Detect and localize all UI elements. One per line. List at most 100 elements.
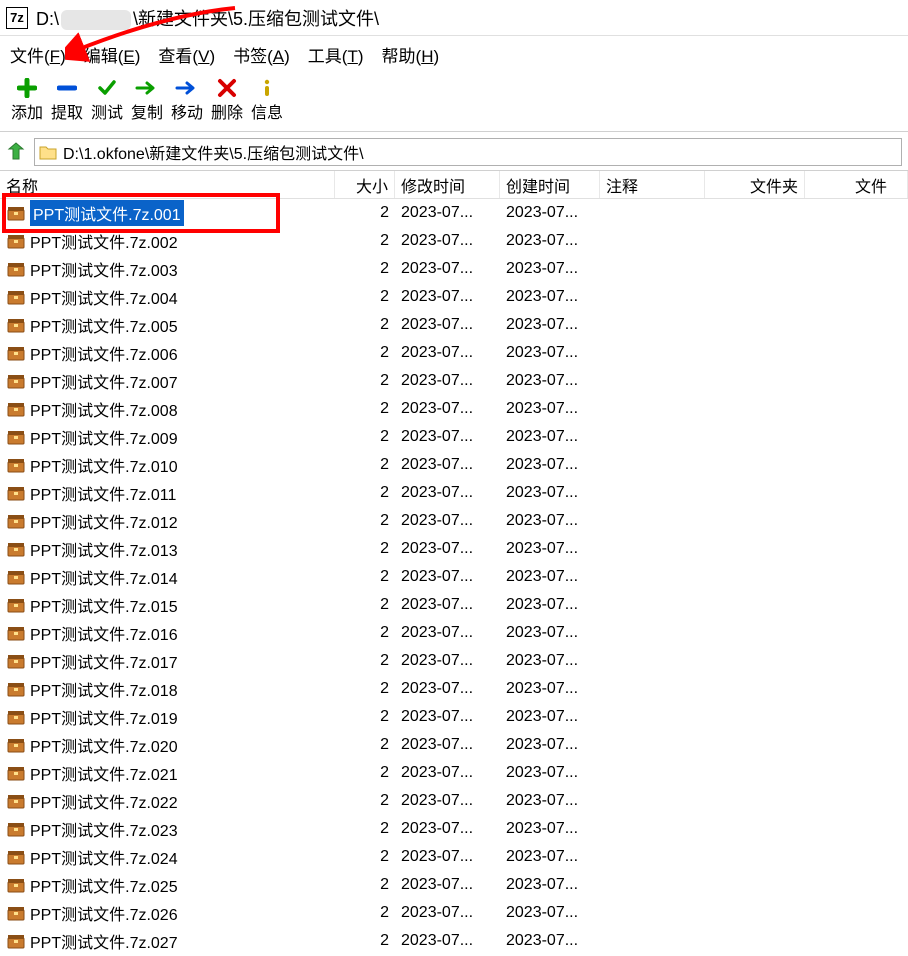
menu-file[interactable]: 文件(F) (10, 42, 66, 67)
menu-edit[interactable]: 编辑(E) (84, 42, 141, 67)
file-name: PPT测试文件.7z.011 (30, 481, 176, 505)
table-row[interactable]: PPT测试文件.7z.01822023-07...2023-07... (0, 675, 908, 703)
file-name: PPT测试文件.7z.005 (30, 313, 178, 337)
toolbar-move[interactable] (168, 75, 206, 99)
app-icon: 7z (6, 7, 28, 29)
table-row[interactable]: PPT测试文件.7z.01522023-07...2023-07... (0, 591, 908, 619)
col-header-name[interactable]: 名称 (0, 171, 335, 198)
col-header-created[interactable]: 创建时间 (500, 171, 600, 198)
file-created: 2023-07... (500, 456, 600, 474)
file-name: PPT测试文件.7z.020 (30, 733, 178, 757)
copy-arrow-icon (135, 77, 159, 99)
file-created: 2023-07... (500, 372, 600, 390)
file-name: PPT测试文件.7z.012 (30, 509, 178, 533)
menu-tools[interactable]: 工具(T) (308, 42, 364, 67)
col-header-folders[interactable]: 文件夹 (705, 171, 805, 198)
table-row[interactable]: PPT测试文件.7z.00822023-07...2023-07... (0, 395, 908, 423)
table-row[interactable]: PPT测试文件.7z.01622023-07...2023-07... (0, 619, 908, 647)
table-row[interactable]: PPT测试文件.7z.00222023-07...2023-07... (0, 227, 908, 255)
toolbar-info[interactable] (248, 75, 286, 99)
file-name: PPT测试文件.7z.021 (30, 761, 178, 785)
col-header-size[interactable]: 大小 (335, 171, 395, 198)
file-created: 2023-07... (500, 652, 600, 670)
path-text: D:\1.okfone\新建文件夹\5.压缩包测试文件\ (63, 140, 364, 164)
toolbar-copy[interactable] (128, 75, 166, 99)
file-created: 2023-07... (500, 484, 600, 502)
toolbar-add[interactable] (8, 75, 46, 99)
file-modified: 2023-07... (395, 820, 500, 838)
table-row[interactable]: PPT测试文件.7z.00422023-07...2023-07... (0, 283, 908, 311)
table-row[interactable]: PPT测试文件.7z.02022023-07...2023-07... (0, 731, 908, 759)
file-name: PPT测试文件.7z.016 (30, 621, 178, 645)
table-row[interactable]: PPT测试文件.7z.00522023-07...2023-07... (0, 311, 908, 339)
file-modified: 2023-07... (395, 736, 500, 754)
file-created: 2023-07... (500, 512, 600, 530)
table-row[interactable]: PPT测试文件.7z.01422023-07...2023-07... (0, 563, 908, 591)
file-size: 2 (335, 568, 395, 586)
rows-container: PPT测试文件.7z.00122023-07...2023-07...PPT测试… (0, 199, 908, 955)
table-row[interactable]: PPT测试文件.7z.01922023-07...2023-07... (0, 703, 908, 731)
table-row[interactable]: PPT测试文件.7z.00922023-07...2023-07... (0, 423, 908, 451)
file-created: 2023-07... (500, 260, 600, 278)
toolbar-test[interactable] (88, 75, 126, 99)
table-row[interactable]: PPT测试文件.7z.01322023-07...2023-07... (0, 535, 908, 563)
table-row[interactable]: PPT测试文件.7z.02322023-07...2023-07... (0, 815, 908, 843)
table-row[interactable]: PPT测试文件.7z.02222023-07...2023-07... (0, 787, 908, 815)
file-size: 2 (335, 652, 395, 670)
file-size: 2 (335, 680, 395, 698)
table-row[interactable]: PPT测试文件.7z.00722023-07...2023-07... (0, 367, 908, 395)
file-modified: 2023-07... (395, 344, 500, 362)
table-row[interactable]: PPT测试文件.7z.00322023-07...2023-07... (0, 255, 908, 283)
table-row[interactable]: PPT测试文件.7z.00622023-07...2023-07... (0, 339, 908, 367)
table-row[interactable]: PPT测试文件.7z.02622023-07...2023-07... (0, 899, 908, 927)
table-row[interactable]: PPT测试文件.7z.02422023-07...2023-07... (0, 843, 908, 871)
table-row[interactable]: PPT测试文件.7z.02122023-07...2023-07... (0, 759, 908, 787)
file-size: 2 (335, 540, 395, 558)
menu-bookmarks[interactable]: 书签(A) (233, 42, 290, 67)
file-created: 2023-07... (500, 820, 600, 838)
label-delete: 删除 (208, 99, 246, 123)
menu-view[interactable]: 查看(V) (158, 42, 215, 67)
file-size: 2 (335, 288, 395, 306)
file-size: 2 (335, 456, 395, 474)
file-name: PPT测试文件.7z.017 (30, 649, 178, 673)
file-created: 2023-07... (500, 624, 600, 642)
file-modified: 2023-07... (395, 260, 500, 278)
file-modified: 2023-07... (395, 708, 500, 726)
file-created: 2023-07... (500, 736, 600, 754)
file-created: 2023-07... (500, 764, 600, 782)
file-name: PPT测试文件.7z.026 (30, 901, 178, 925)
table-row[interactable]: PPT测试文件.7z.02522023-07...2023-07... (0, 871, 908, 899)
file-name: PPT测试文件.7z.018 (30, 677, 178, 701)
file-size: 2 (335, 848, 395, 866)
file-name: PPT测试文件.7z.001 (30, 200, 184, 226)
table-row[interactable]: PPT测试文件.7z.01222023-07...2023-07... (0, 507, 908, 535)
file-size: 2 (335, 792, 395, 810)
file-created: 2023-07... (500, 848, 600, 866)
file-name: PPT测试文件.7z.025 (30, 873, 178, 897)
table-row[interactable]: PPT测试文件.7z.01122023-07...2023-07... (0, 479, 908, 507)
minus-icon (57, 77, 77, 99)
file-name: PPT测试文件.7z.010 (30, 453, 178, 477)
file-created: 2023-07... (500, 540, 600, 558)
col-header-comment[interactable]: 注释 (600, 171, 705, 198)
menubar: 文件(F) 编辑(E) 查看(V) 书签(A) 工具(T) 帮助(H) (0, 36, 908, 73)
file-created: 2023-07... (500, 232, 600, 250)
table-row[interactable]: PPT测试文件.7z.01022023-07...2023-07... (0, 451, 908, 479)
file-size: 2 (335, 708, 395, 726)
col-header-modified[interactable]: 修改时间 (395, 171, 500, 198)
file-size: 2 (335, 316, 395, 334)
file-created: 2023-07... (500, 904, 600, 922)
table-row[interactable]: PPT测试文件.7z.02722023-07...2023-07... (0, 927, 908, 955)
toolbar-delete[interactable] (208, 75, 246, 99)
file-created: 2023-07... (500, 400, 600, 418)
toolbar-extract[interactable] (48, 75, 86, 99)
col-header-files[interactable]: 文件 (805, 171, 908, 198)
table-row[interactable]: PPT测试文件.7z.01722023-07...2023-07... (0, 647, 908, 675)
table-row[interactable]: PPT测试文件.7z.00122023-07...2023-07... (0, 199, 908, 227)
menu-help[interactable]: 帮助(H) (382, 42, 440, 67)
file-modified: 2023-07... (395, 652, 500, 670)
up-button[interactable] (6, 141, 28, 163)
file-name: PPT测试文件.7z.023 (30, 817, 178, 841)
path-input[interactable]: D:\1.okfone\新建文件夹\5.压缩包测试文件\ (34, 138, 902, 166)
